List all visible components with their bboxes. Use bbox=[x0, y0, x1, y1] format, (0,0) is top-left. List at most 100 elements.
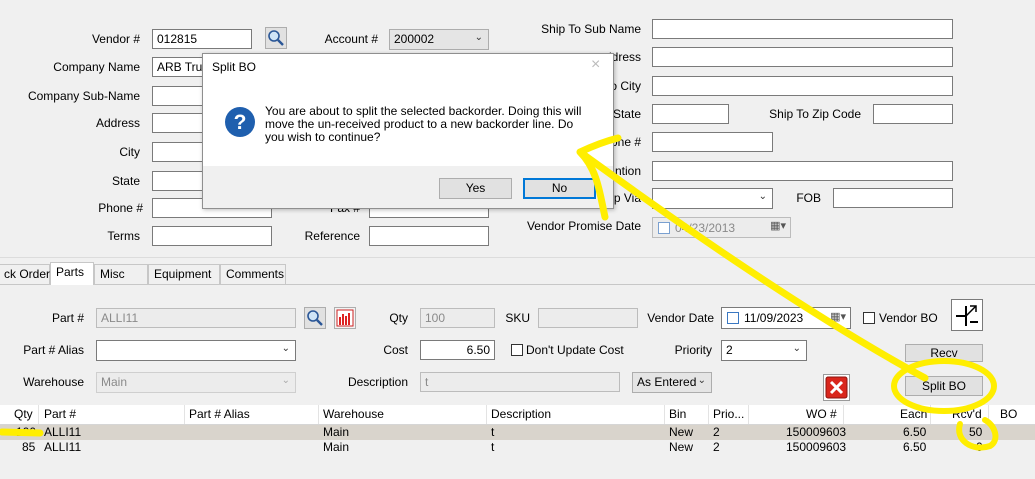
tab-equipment[interactable]: Equipment bbox=[148, 264, 220, 284]
part-label: Part # bbox=[51, 311, 84, 325]
vendor-search-button[interactable] bbox=[265, 27, 287, 49]
terms-input[interactable] bbox=[152, 226, 272, 246]
ship-to-address-input[interactable] bbox=[652, 47, 953, 67]
description-input[interactable]: t bbox=[420, 372, 620, 392]
table-row[interactable]: 85 ALLI11 Main t New 2 150009603 6.50 0 bbox=[0, 440, 1035, 455]
split-line-button[interactable] bbox=[951, 299, 983, 331]
yes-button[interactable]: Yes bbox=[439, 178, 512, 199]
vendor-input[interactable]: 012815 bbox=[152, 29, 252, 49]
delete-line-button[interactable] bbox=[823, 374, 850, 401]
ship-phone-input[interactable] bbox=[652, 132, 773, 152]
column-divider bbox=[930, 405, 931, 424]
ship-to-zip-label: Ship To Zip Code bbox=[769, 107, 861, 121]
col-bo[interactable]: BO bbox=[1000, 407, 1017, 421]
bar-chart-icon bbox=[336, 309, 354, 327]
col-part-alias[interactable]: Part # Alias bbox=[189, 407, 250, 421]
magnifier-icon bbox=[307, 310, 323, 326]
column-divider bbox=[748, 405, 749, 424]
recv-button[interactable]: Recv bbox=[905, 344, 983, 362]
col-description[interactable]: Description bbox=[491, 407, 551, 421]
part-history-button[interactable] bbox=[334, 307, 356, 329]
tab-back-order[interactable]: ck Order bbox=[0, 264, 50, 284]
red-x-icon bbox=[825, 376, 848, 399]
col-warehouse[interactable]: Warehouse bbox=[323, 407, 384, 421]
vendor-bo-label: Vendor BO bbox=[879, 311, 938, 325]
dont-update-cost-label: Don't Update Cost bbox=[526, 343, 624, 357]
dialog-close-icon[interactable]: × bbox=[591, 56, 600, 74]
attention-input[interactable] bbox=[652, 161, 953, 181]
column-divider bbox=[184, 405, 185, 424]
account-label: Account # bbox=[324, 32, 378, 46]
dialog-footer: Yes No bbox=[203, 166, 613, 208]
chevron-down-icon: ⌄ bbox=[281, 375, 290, 386]
priority-label: Priority bbox=[674, 343, 712, 357]
phone-label: Phone # bbox=[98, 201, 143, 215]
vendor-promise-date-picker[interactable]: 04/23/2013 ▦▾ bbox=[652, 217, 791, 238]
part-alias-label: Part # Alias bbox=[23, 343, 84, 357]
ship-to-state-input[interactable] bbox=[652, 104, 729, 124]
vendor-date-label: Vendor Date bbox=[647, 311, 714, 325]
part-search-button[interactable] bbox=[304, 307, 326, 329]
column-divider bbox=[318, 405, 319, 424]
tab-misc[interactable]: Misc bbox=[94, 264, 148, 284]
tab-strip-border bbox=[0, 284, 1035, 285]
ship-to-zip-input[interactable] bbox=[873, 104, 953, 124]
chevron-down-icon: ⌄ bbox=[792, 343, 801, 354]
split-arrow-icon bbox=[956, 305, 978, 326]
vendor-date-picker[interactable]: 11/09/2023 ▦▾ bbox=[721, 307, 851, 329]
col-wo[interactable]: WO # bbox=[806, 407, 837, 421]
cost-input[interactable]: 6.50 bbox=[420, 340, 495, 360]
part-input[interactable]: ALLI11 bbox=[96, 308, 296, 328]
terms-label: Terms bbox=[107, 229, 140, 243]
reference-input[interactable] bbox=[369, 226, 489, 246]
vendor-promise-date-checkbox[interactable] bbox=[658, 222, 670, 234]
dont-update-cost-checkbox[interactable] bbox=[511, 344, 523, 356]
cost-label: Cost bbox=[383, 343, 408, 357]
sku-label: SKU bbox=[505, 311, 530, 325]
col-priority[interactable]: Prio... bbox=[713, 407, 744, 421]
ship-to-sub-name-label: Ship To Sub Name bbox=[541, 22, 641, 36]
calendar-dropdown-icon: ▦▾ bbox=[830, 311, 846, 323]
qty-input[interactable]: 100 bbox=[420, 308, 495, 328]
vendor-bo-checkbox[interactable] bbox=[863, 312, 875, 324]
vendor-promise-date-label: Vendor Promise Date bbox=[526, 219, 641, 233]
grid-header: Qty Part # Part # Alias Warehouse Descri… bbox=[0, 405, 1035, 425]
column-divider bbox=[486, 405, 487, 424]
reference-label: Reference bbox=[304, 229, 360, 243]
company-sub-name-label: Company Sub-Name bbox=[27, 89, 140, 103]
fob-label: FOB bbox=[796, 191, 821, 205]
qty-label: Qty bbox=[389, 311, 408, 325]
address-label: Address bbox=[95, 116, 140, 130]
account-select[interactable]: 200002 ⌄ bbox=[389, 29, 489, 50]
tab-parts[interactable]: Parts bbox=[50, 262, 94, 285]
column-divider bbox=[988, 405, 989, 424]
svg-text:?: ? bbox=[234, 111, 247, 134]
chevron-down-icon: ⌄ bbox=[758, 191, 767, 202]
state-label: State bbox=[111, 174, 140, 188]
split-bo-dialog: Split BO × ? You are about to split the … bbox=[202, 53, 614, 209]
sku-input[interactable] bbox=[538, 308, 638, 328]
ship-to-sub-name-input[interactable] bbox=[652, 19, 953, 39]
part-alias-select[interactable]: ⌄ bbox=[96, 340, 296, 361]
fob-input[interactable] bbox=[833, 188, 953, 208]
col-part[interactable]: Part # bbox=[44, 407, 76, 421]
vendor-label: Vendor # bbox=[91, 32, 140, 46]
ship-via-select[interactable]: ⌄ bbox=[652, 188, 773, 209]
table-row[interactable]: 100 ALLI11 Main t New 2 150009603 6.50 5… bbox=[0, 425, 1035, 440]
col-rcvd[interactable]: Rcv'd bbox=[952, 407, 982, 421]
column-divider bbox=[843, 405, 844, 424]
company-name-label: Company Name bbox=[53, 60, 140, 74]
col-bin[interactable]: Bin bbox=[669, 407, 686, 421]
col-each[interactable]: Each bbox=[900, 407, 927, 421]
priority-select[interactable]: 2 ⌄ bbox=[721, 340, 807, 361]
no-button[interactable]: No bbox=[523, 178, 596, 199]
tab-comments[interactable]: Comments bbox=[220, 264, 286, 284]
chevron-down-icon: ⌄ bbox=[474, 32, 483, 43]
ship-to-city-input[interactable] bbox=[652, 76, 953, 96]
warehouse-select[interactable]: Main ⌄ bbox=[96, 372, 296, 393]
split-bo-button[interactable]: Split BO bbox=[905, 376, 983, 396]
chevron-down-icon: ⌄ bbox=[281, 343, 290, 354]
vendor-date-checkbox[interactable] bbox=[727, 312, 739, 324]
as-entered-select[interactable]: As Entered ⌄ bbox=[632, 372, 712, 393]
col-qty[interactable]: Qty bbox=[14, 407, 33, 421]
